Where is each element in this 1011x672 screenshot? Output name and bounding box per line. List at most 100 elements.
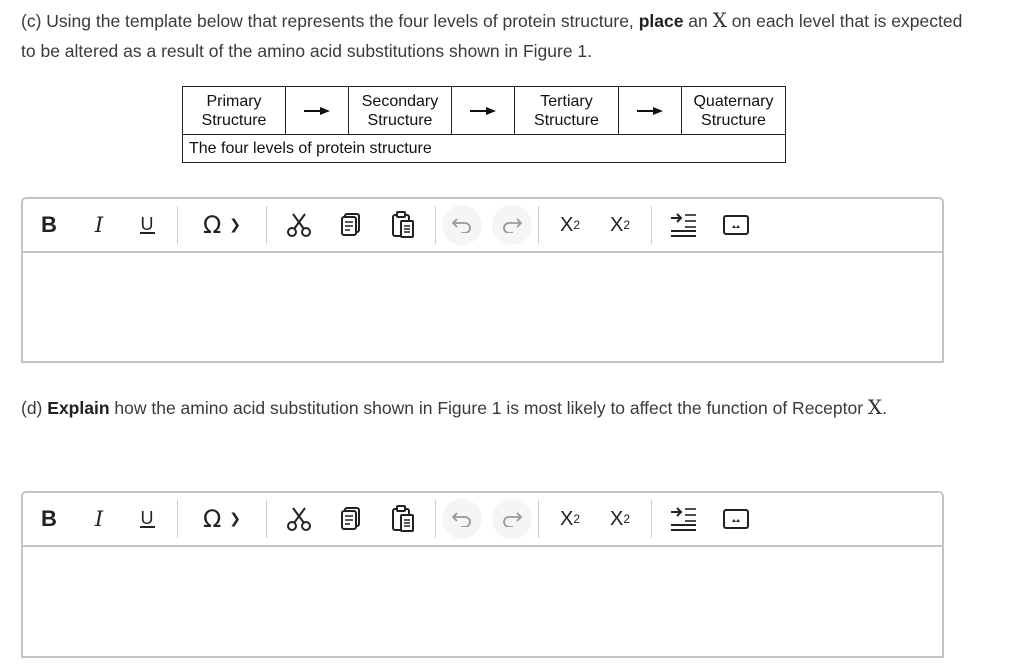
subscript-button[interactable]: X2 [595, 499, 645, 539]
paste-button[interactable] [377, 499, 429, 539]
superscript-icon: X [559, 507, 574, 530]
redo-button[interactable] [492, 499, 532, 539]
toolbar-separator [266, 206, 267, 244]
tertiary-structure-cell[interactable]: Tertiary Structure [514, 86, 619, 135]
question-c-text: (c) Using the template below that repres… [21, 5, 981, 66]
toolbar-separator [177, 206, 178, 244]
cut-button[interactable] [273, 205, 325, 245]
level-label: Structure [201, 111, 267, 129]
template-caption: The four levels of protein structure [182, 134, 786, 163]
underline-button[interactable]: U [123, 205, 171, 245]
copy-button[interactable] [325, 205, 377, 245]
subscript-exp: 2 [623, 218, 631, 232]
redo-icon [503, 218, 523, 233]
toolbar-separator [538, 206, 539, 244]
arrow-cell [618, 86, 682, 135]
special-characters-button[interactable]: Ω ❯ [184, 205, 260, 245]
level-label: Structure [367, 111, 433, 129]
quaternary-structure-cell[interactable]: Quaternary Structure [681, 86, 786, 135]
subscript-icon: X [609, 507, 624, 530]
superscript-icon: X [559, 213, 574, 236]
superscript-button[interactable]: X2 [545, 205, 595, 245]
arrow-cell [285, 86, 349, 135]
indent-button[interactable] [658, 205, 710, 245]
right-arrow-icon [304, 107, 330, 115]
toolbar-separator [177, 500, 178, 538]
answer-editor-c: B I U Ω ❯ X2 X2 [21, 197, 944, 363]
underline-button[interactable]: U [123, 499, 171, 539]
toolbar-separator [651, 500, 652, 538]
level-label: Quaternary [693, 92, 774, 110]
secondary-structure-cell[interactable]: Secondary Structure [348, 86, 452, 135]
editor-toolbar: B I U Ω ❯ X2 X2 [23, 199, 942, 253]
special-characters-button[interactable]: Ω ❯ [184, 499, 260, 539]
right-arrow-icon [637, 107, 663, 115]
undo-button[interactable] [442, 205, 482, 245]
question-c-bold: place [638, 11, 684, 31]
level-label: Structure [534, 111, 599, 129]
bold-button[interactable]: B [23, 205, 75, 245]
toolbar-separator [435, 500, 436, 538]
undo-icon [451, 512, 471, 527]
subscript-icon: X [609, 213, 624, 236]
underline-icon: U [139, 508, 155, 528]
toolbar-separator [651, 206, 652, 244]
indent-button[interactable] [658, 499, 710, 539]
level-label: Primary [206, 92, 262, 110]
receptor-x-symbol: X [867, 395, 883, 419]
subscript-exp: 2 [623, 512, 631, 526]
arrow-cell [451, 86, 515, 135]
paste-icon [392, 505, 414, 532]
question-d-text: (d) Explain how the amino acid substitut… [21, 389, 921, 427]
right-arrow-icon [470, 107, 496, 115]
italic-button[interactable]: I [75, 499, 123, 539]
indent-icon [671, 213, 696, 237]
image-icon [723, 509, 749, 529]
protein-structure-template: Primary Structure Secondary Structure Tert… [182, 86, 786, 163]
italic-button[interactable]: I [75, 205, 123, 245]
undo-button[interactable] [442, 499, 482, 539]
level-label: Secondary [361, 92, 439, 110]
answer-d-textarea[interactable] [23, 547, 942, 655]
omega-icon: Ω [202, 505, 222, 533]
question-c-prefix: (c) Using the template below that repres… [21, 11, 634, 31]
toolbar-separator [538, 500, 539, 538]
receptor-x-symbol: X [712, 8, 727, 32]
superscript-exp: 2 [573, 512, 581, 526]
copy-icon [341, 213, 360, 236]
superscript-button[interactable]: X2 [545, 499, 595, 539]
answer-editor-d: B I U Ω ❯ X2 X2 [21, 491, 944, 658]
redo-button[interactable] [492, 205, 532, 245]
underline-icon: U [139, 214, 155, 234]
question-d-bold: Explain [47, 398, 110, 418]
undo-icon [451, 218, 471, 233]
bold-button[interactable]: B [23, 499, 75, 539]
cut-button[interactable] [273, 499, 325, 539]
paste-icon [392, 211, 414, 238]
subscript-button[interactable]: X2 [595, 205, 645, 245]
question-d-prefix: (d) [21, 398, 43, 418]
chevron-down-icon: ❯ [229, 511, 242, 527]
question-d-end: . [882, 398, 888, 418]
question-c-mid: an [683, 11, 713, 31]
paste-button[interactable] [377, 205, 429, 245]
image-icon [723, 215, 749, 235]
level-label: Structure [701, 111, 766, 129]
toolbar-separator [266, 500, 267, 538]
copy-button[interactable] [325, 499, 377, 539]
scissors-icon [287, 507, 311, 531]
answer-c-textarea[interactable] [23, 253, 942, 361]
question-d-rest: how the amino acid substitution shown in… [109, 398, 868, 418]
omega-icon: Ω [202, 211, 222, 239]
superscript-exp: 2 [573, 218, 581, 232]
copy-icon [341, 507, 360, 530]
scissors-icon [287, 213, 311, 237]
insert-image-button[interactable] [710, 499, 762, 539]
redo-icon [503, 512, 523, 527]
insert-image-button[interactable] [710, 205, 762, 245]
level-label: Tertiary [540, 92, 593, 110]
primary-structure-cell[interactable]: Primary Structure [182, 86, 286, 135]
indent-icon [671, 507, 696, 531]
toolbar-separator [435, 206, 436, 244]
editor-toolbar: B I U Ω ❯ X2 X2 [23, 493, 942, 547]
